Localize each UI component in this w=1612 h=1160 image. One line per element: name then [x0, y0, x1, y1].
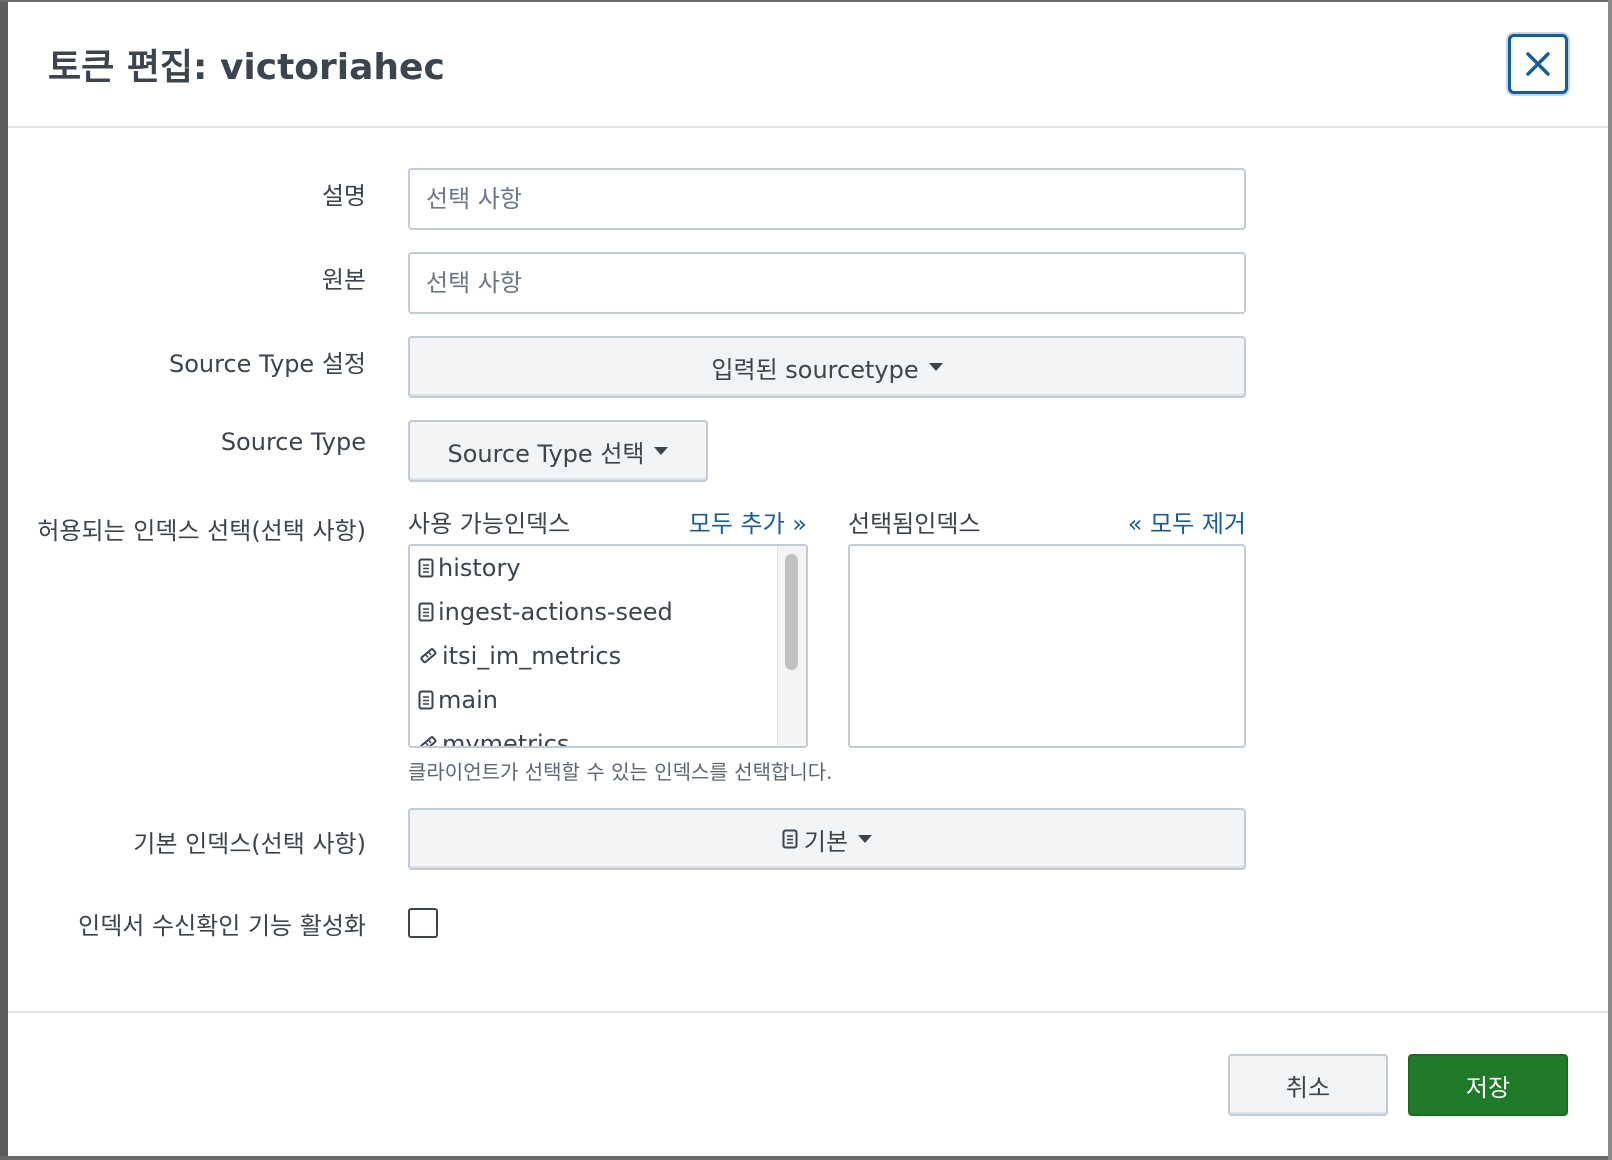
close-icon — [1526, 52, 1550, 76]
dialog-header: 토큰 편집: victoriahec — [8, 2, 1608, 128]
index-name: main — [438, 686, 498, 714]
selected-indexes-list[interactable] — [848, 544, 1246, 748]
source-type-setting-dropdown[interactable]: 입력된 sourcetype — [408, 336, 1246, 398]
cancel-button[interactable]: 취소 — [1228, 1054, 1388, 1116]
default-index-dropdown[interactable]: 기본 — [408, 808, 1246, 870]
event-index-icon — [418, 558, 434, 578]
index-name: itsi_im_metrics — [442, 642, 622, 670]
save-button[interactable]: 저장 — [1408, 1054, 1568, 1116]
description-label: 설명 — [321, 182, 366, 210]
available-indexes-list[interactable]: history ingest-actions-seed itsi_im_metric… — [408, 544, 808, 748]
add-all-link[interactable]: 모두 추가 » — [689, 504, 807, 539]
source-type-setting-label: Source Type 설정 — [169, 350, 366, 378]
dialog-title: 토큰 편집: victoriahec — [48, 47, 445, 88]
source-label: 원본 — [321, 266, 366, 294]
description-input[interactable] — [408, 168, 1246, 230]
close-button[interactable] — [1508, 34, 1568, 94]
caret-down-icon — [928, 363, 943, 371]
list-scrollbar[interactable] — [777, 546, 806, 746]
event-index-icon — [782, 829, 798, 849]
list-item[interactable]: main — [410, 678, 806, 722]
default-index-value: 기본 — [803, 827, 849, 856]
metrics-index-icon — [418, 646, 438, 666]
event-index-icon — [418, 602, 434, 622]
index-name: mymetrics — [442, 730, 570, 748]
allowed-indexes-label: 허용되는 인덱스 선택(선택 사항) — [37, 517, 366, 545]
metrics-index-icon — [418, 734, 438, 746]
event-index-icon — [418, 690, 434, 710]
source-type-dropdown[interactable]: Source Type 선택 — [408, 420, 708, 482]
indexer-ack-checkbox[interactable] — [408, 908, 438, 938]
scrollbar-thumb[interactable] — [785, 554, 798, 670]
caret-down-icon — [654, 447, 669, 455]
source-input[interactable] — [408, 252, 1246, 314]
allowed-indexes-help: 클라이언트가 선택할 수 있는 인덱스를 선택합니다. — [408, 760, 833, 784]
list-item[interactable]: ingest-actions-seed — [410, 590, 806, 634]
list-item[interactable]: history — [410, 546, 806, 590]
index-name: history — [438, 554, 521, 582]
index-name: ingest-actions-seed — [438, 598, 673, 626]
window-frame-bottom — [0, 1156, 1612, 1160]
remove-all-link[interactable]: « 모두 제거 — [1128, 504, 1246, 539]
caret-down-icon — [858, 835, 873, 843]
source-type-value: Source Type 선택 — [447, 439, 645, 468]
source-type-setting-value: 입력된 sourcetype — [711, 355, 919, 384]
indexer-ack-label: 인덱서 수신확인 기능 활성화 — [78, 912, 366, 940]
available-indexes-header: 사용 가능인덱스 — [408, 510, 571, 538]
window-frame-right — [1608, 0, 1612, 1160]
footer-divider — [8, 1011, 1608, 1013]
list-item[interactable]: itsi_im_metrics — [410, 634, 806, 678]
list-item[interactable]: mymetrics — [410, 722, 806, 748]
source-type-label: Source Type — [220, 428, 366, 456]
selected-indexes-header: 선택됨인덱스 — [848, 510, 981, 538]
window-frame-left — [0, 0, 8, 1160]
default-index-label: 기본 인덱스(선택 사항) — [133, 830, 366, 858]
